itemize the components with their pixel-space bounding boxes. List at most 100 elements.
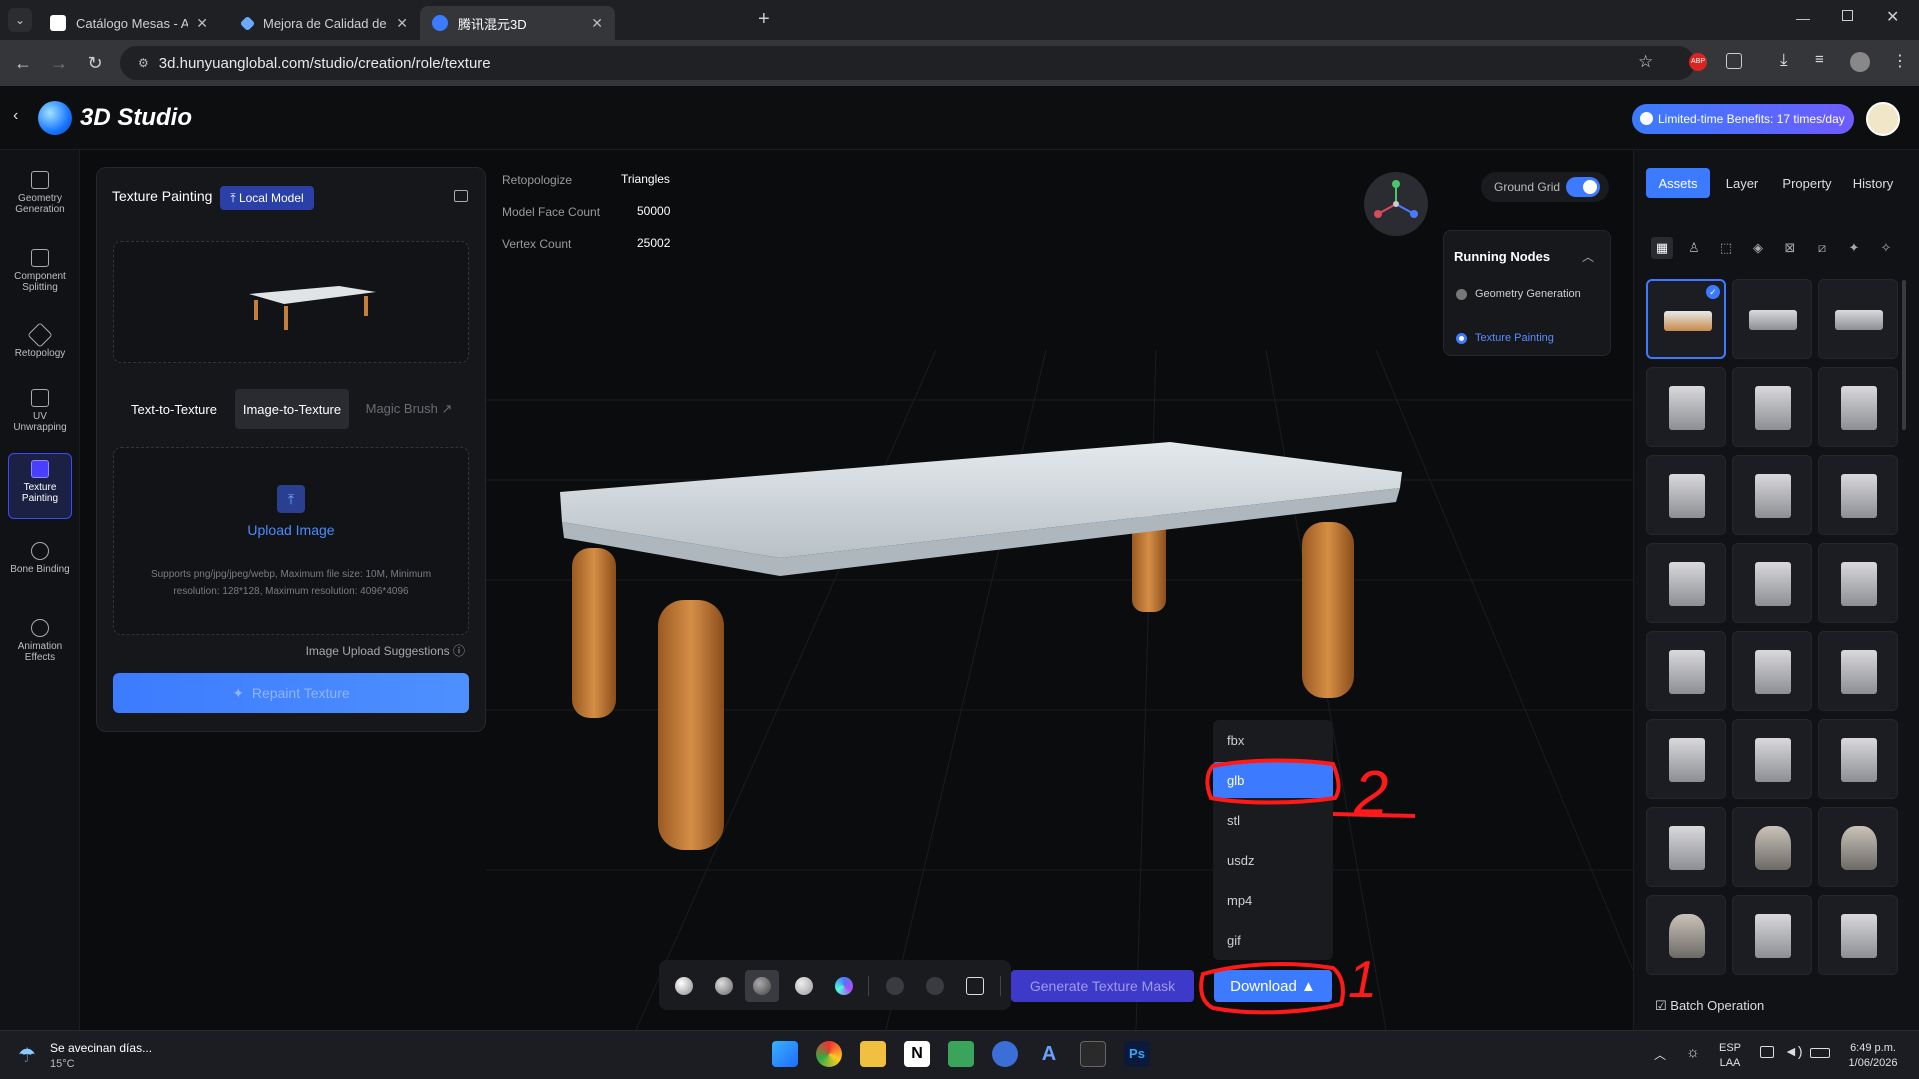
texture-icon[interactable]: ⧄ xyxy=(1811,237,1833,259)
tab-image-to-texture[interactable]: Image-to-Texture xyxy=(235,389,349,429)
terminal-icon[interactable] xyxy=(1080,1041,1106,1067)
retopology-icon[interactable]: ◈ xyxy=(1747,237,1769,259)
tab-search-button[interactable]: ⌄ xyxy=(8,8,32,32)
menu-item-glb[interactable]: glb xyxy=(1213,762,1333,798)
asset-thumbnail[interactable] xyxy=(1646,543,1726,623)
asset-thumbnail[interactable] xyxy=(1646,807,1726,887)
volume-icon[interactable]: ◄) xyxy=(1784,1043,1803,1059)
asset-thumbnail[interactable] xyxy=(1646,367,1726,447)
rail-item-texture-painting[interactable]: Texture Painting xyxy=(8,453,72,519)
asset-thumbnail[interactable] xyxy=(1732,807,1812,887)
batch-operation-button[interactable]: ☑ Batch Operation xyxy=(1655,998,1764,1014)
asset-thumbnail[interactable] xyxy=(1732,367,1812,447)
bone-icon[interactable]: ✦ xyxy=(1843,237,1865,259)
menu-item-gif[interactable]: gif xyxy=(1213,922,1333,958)
weather-title[interactable]: Se avecinan días... xyxy=(50,1041,152,1055)
node-item-geometry[interactable]: Geometry Generation xyxy=(1456,288,1581,300)
dark-sphere-icon[interactable] xyxy=(886,977,904,995)
tab-magic-brush[interactable]: Magic Brush ↗ xyxy=(354,389,464,429)
uv-icon[interactable]: ⊠ xyxy=(1779,237,1801,259)
rail-item-component-splitting[interactable]: Component Splitting xyxy=(8,243,72,309)
media-icon[interactable]: ≡ xyxy=(1815,51,1824,68)
node-item-texture[interactable]: Texture Painting xyxy=(1456,332,1554,344)
menu-item-mp4[interactable]: mp4 xyxy=(1213,882,1333,918)
profile-icon[interactable] xyxy=(1850,52,1870,72)
language-indicator[interactable]: ESP LAA xyxy=(1714,1041,1746,1071)
local-model-button[interactable]: ⤒ Local Model xyxy=(220,186,314,210)
browser-tab-2[interactable]: Mejora de Calidad de Imagen con ✕ xyxy=(230,6,420,40)
spreadsheet-icon[interactable] xyxy=(948,1041,974,1067)
brightness-icon[interactable]: ☼ xyxy=(1686,1044,1700,1061)
downloads-icon[interactable]: ⤓ xyxy=(1780,50,1788,70)
bookmark-star-icon[interactable]: ☆ xyxy=(1638,52,1653,72)
tab-text-to-texture[interactable]: Text-to-Texture xyxy=(118,389,230,429)
asset-thumbnail[interactable] xyxy=(1818,543,1898,623)
collapse-panel-icon[interactable] xyxy=(454,190,468,202)
asset-thumbnail[interactable] xyxy=(1646,895,1726,975)
asset-thumbnail[interactable] xyxy=(1646,631,1726,711)
rail-item-retopology[interactable]: Retopology xyxy=(8,320,72,386)
benefit-badge[interactable]: Limited-time Benefits: 17 times/day xyxy=(1632,104,1854,134)
tab-history[interactable]: History xyxy=(1844,168,1902,198)
menu-item-fbx[interactable]: fbx xyxy=(1213,722,1333,758)
normal-sphere-icon[interactable] xyxy=(835,977,853,995)
close-icon[interactable]: ✕ xyxy=(196,15,208,32)
textured-sphere-icon[interactable] xyxy=(753,977,771,995)
file-explorer-icon[interactable] xyxy=(860,1041,886,1067)
back-arrow-icon[interactable]: ‹ xyxy=(13,107,18,125)
clock[interactable]: 6:49 p.m. 1/06/2026 xyxy=(1838,1041,1908,1071)
asset-thumbnail[interactable] xyxy=(1732,719,1812,799)
menu-item-usdz[interactable]: usdz xyxy=(1213,842,1333,878)
tray-chevron-icon[interactable]: ︿ xyxy=(1654,1046,1666,1063)
chrome-icon[interactable] xyxy=(816,1041,842,1067)
browser-tab-1[interactable]: Catálogo Mesas - Alcira Guevara ✕ xyxy=(38,6,220,40)
screenshot-icon[interactable] xyxy=(966,977,984,995)
avatar[interactable] xyxy=(1866,102,1900,136)
network-icon[interactable] xyxy=(1760,1046,1774,1058)
app-a-icon[interactable]: A xyxy=(1036,1041,1062,1067)
close-window-icon[interactable]: ✕ xyxy=(1886,7,1899,27)
upload-icon[interactable]: ⤒ xyxy=(277,485,305,513)
menu-item-stl[interactable]: stl xyxy=(1213,802,1333,838)
forward-icon[interactable]: → xyxy=(48,52,70,74)
vpn-icon[interactable] xyxy=(992,1041,1018,1067)
asset-thumbnail[interactable] xyxy=(1818,279,1898,359)
close-icon[interactable]: ✕ xyxy=(396,15,408,32)
site-info-icon[interactable]: ⚙ xyxy=(138,56,149,70)
browser-tab-3[interactable]: 腾讯混元3D ✕ xyxy=(420,6,615,40)
restore-icon[interactable] xyxy=(1842,10,1853,21)
axis-gizmo[interactable] xyxy=(1364,172,1428,236)
asset-thumbnail[interactable] xyxy=(1732,543,1812,623)
asset-thumbnail[interactable] xyxy=(1818,367,1898,447)
asset-thumbnail[interactable] xyxy=(1818,631,1898,711)
asset-thumbnail[interactable]: ✓ xyxy=(1646,279,1726,359)
download-button[interactable]: Download ▲ xyxy=(1214,970,1332,1002)
animation-icon[interactable]: ✧ xyxy=(1875,237,1897,259)
grid-icon[interactable]: ▦ xyxy=(1651,237,1673,259)
asset-thumbnail[interactable] xyxy=(1646,719,1726,799)
asset-thumbnail[interactable] xyxy=(1818,455,1898,535)
asset-thumbnail[interactable] xyxy=(1818,807,1898,887)
dark-sphere-2-icon[interactable] xyxy=(926,977,944,995)
asset-thumbnail[interactable] xyxy=(1732,895,1812,975)
rail-item-uv-unwrapping[interactable]: UV Unwrapping xyxy=(8,383,72,449)
ground-grid-toggle[interactable] xyxy=(1566,177,1600,197)
asset-thumbnail[interactable] xyxy=(1732,279,1812,359)
start-icon[interactable] xyxy=(772,1041,798,1067)
new-tab-icon[interactable]: + xyxy=(758,8,770,31)
upload-image-label[interactable]: Upload Image xyxy=(113,522,469,538)
asset-thumbnail[interactable] xyxy=(1646,455,1726,535)
rail-item-bone-binding[interactable]: Bone Binding xyxy=(8,536,72,602)
geometry-icon[interactable]: ♙ xyxy=(1683,237,1705,259)
asset-thumbnail[interactable] xyxy=(1818,719,1898,799)
rail-item-animation-effects[interactable]: Animation Effects xyxy=(8,613,72,679)
battery-icon[interactable] xyxy=(1810,1048,1830,1058)
upload-suggestions-link[interactable]: Image Upload Suggestions ⓘ xyxy=(180,642,465,659)
asset-thumbnail[interactable] xyxy=(1732,455,1812,535)
close-icon[interactable]: ✕ xyxy=(591,15,603,32)
adblock-icon[interactable]: ABP xyxy=(1689,53,1707,71)
address-bar[interactable]: ⚙ 3d.hunyuanglobal.com/studio/creation/r… xyxy=(120,46,1695,80)
tab-layer[interactable]: Layer xyxy=(1714,168,1770,198)
notion-icon[interactable]: N xyxy=(904,1041,930,1067)
asset-thumbnail[interactable] xyxy=(1818,895,1898,975)
